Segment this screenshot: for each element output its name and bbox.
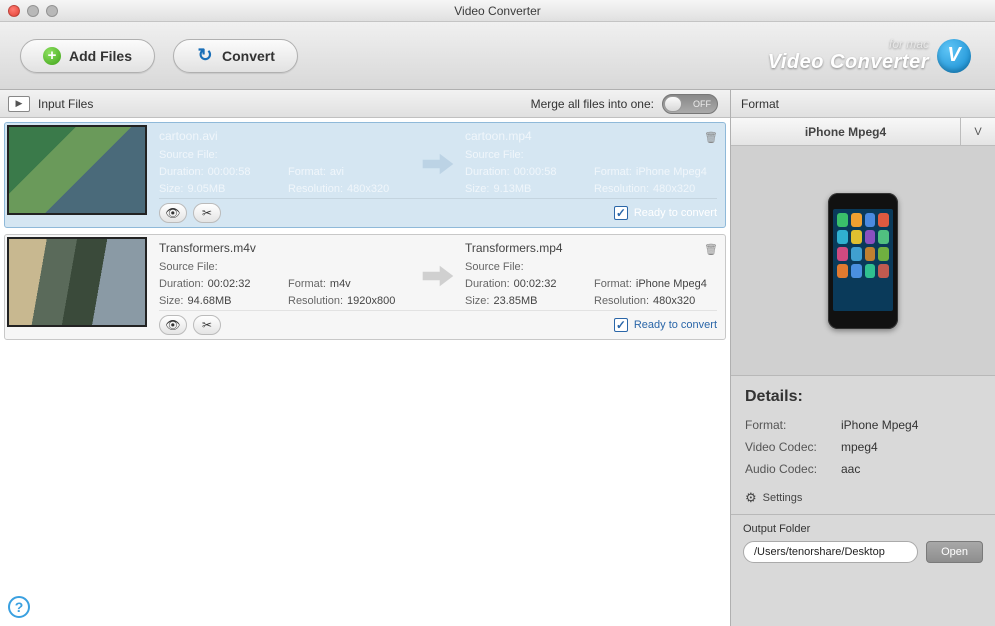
toolbar: + Add Files ↻ Convert for mac Video Conv… xyxy=(0,22,995,90)
delete-button[interactable]: 🗑 xyxy=(701,127,721,147)
format-header: Format xyxy=(731,90,995,118)
scissors-icon: ✂ xyxy=(202,206,212,220)
brand-area: for mac Video Converter V xyxy=(768,37,975,74)
file-item[interactable]: 🗑 cartoon.avi Source File: Duration:00:0… xyxy=(4,122,726,228)
detail-label: Audio Codec: xyxy=(745,462,833,476)
output-folder-label: Output Folder xyxy=(743,523,983,535)
window-controls xyxy=(8,5,58,17)
trash-icon: 🗑 xyxy=(704,131,718,144)
source-filename: Transformers.m4v xyxy=(159,241,411,255)
arrow-right-icon xyxy=(421,129,455,198)
brand-title: Video Converter xyxy=(768,51,929,74)
target-filename: Transformers.mp4 xyxy=(465,241,717,255)
gear-icon: ⚙ xyxy=(745,490,757,506)
brand-subtitle: for mac xyxy=(768,37,929,51)
settings-button[interactable]: ⚙ Settings xyxy=(745,484,981,506)
scissors-icon: ✂ xyxy=(202,318,212,332)
trash-icon: 🗑 xyxy=(704,243,718,256)
refresh-icon: ↻ xyxy=(196,47,214,65)
help-icon: ? xyxy=(15,599,24,615)
source-filename: cartoon.avi xyxy=(159,129,411,143)
settings-label: Settings xyxy=(763,492,803,504)
convert-button[interactable]: ↻ Convert xyxy=(173,39,298,73)
file-item[interactable]: 🗑 Transformers.m4v Source File: Duration… xyxy=(4,234,726,340)
plus-icon: + xyxy=(43,47,61,65)
close-window-button[interactable] xyxy=(8,5,20,17)
merge-toggle-state: OFF xyxy=(693,99,711,109)
minimize-window-button[interactable] xyxy=(27,5,39,17)
details-heading: Details: xyxy=(745,388,981,406)
detail-label: Video Codec: xyxy=(745,440,833,454)
source-info: Transformers.m4v Source File: Duration:0… xyxy=(159,241,411,310)
eye-icon: 👁 xyxy=(165,206,180,220)
trim-button[interactable]: ✂ xyxy=(193,315,221,335)
detail-value: aac xyxy=(841,462,860,476)
delete-button[interactable]: 🗑 xyxy=(701,239,721,259)
trim-button[interactable]: ✂ xyxy=(193,203,221,223)
help-button[interactable]: ? xyxy=(8,596,30,618)
add-files-label: Add Files xyxy=(69,48,132,64)
ready-status: ✓ Ready to convert xyxy=(614,318,717,332)
window-title: Video Converter xyxy=(454,4,541,18)
details-section: Details: Format: iPhone Mpeg4 Video Code… xyxy=(731,376,995,514)
convert-label: Convert xyxy=(222,48,275,64)
current-format[interactable]: iPhone Mpeg4 xyxy=(731,118,961,145)
detail-label: Format: xyxy=(745,418,833,432)
ready-checkbox[interactable]: ✓ xyxy=(614,206,628,220)
chevron-down-icon: V xyxy=(974,126,981,138)
left-pane: ▶ Input Files Merge all files into one: … xyxy=(0,90,731,626)
output-path-input[interactable]: /Users/tenorshare/Desktop xyxy=(743,541,918,563)
ready-checkbox[interactable]: ✓ xyxy=(614,318,628,332)
arrow-right-icon xyxy=(421,241,455,310)
input-files-header: ▶ Input Files Merge all files into one: … xyxy=(0,90,730,118)
add-files-button[interactable]: + Add Files xyxy=(20,39,155,73)
format-preview xyxy=(731,146,995,376)
ready-status: ✓ Ready to convert xyxy=(614,206,717,220)
toggle-knob-icon xyxy=(664,96,682,112)
target-filename: cartoon.mp4 xyxy=(465,129,717,143)
eye-icon: 👁 xyxy=(165,318,180,332)
video-thumbnail xyxy=(7,125,147,215)
input-files-label: Input Files xyxy=(38,97,93,111)
format-dropdown-button[interactable]: V xyxy=(961,118,995,145)
target-info: Transformers.mp4 Source File: Duration:0… xyxy=(465,241,717,310)
file-list: 🗑 cartoon.avi Source File: Duration:00:0… xyxy=(0,118,730,626)
iphone-icon xyxy=(828,193,898,329)
merge-toggle[interactable]: OFF xyxy=(662,94,718,114)
right-pane: Format iPhone Mpeg4 V Details: Format: i… xyxy=(731,90,995,626)
detail-value: iPhone Mpeg4 xyxy=(841,418,918,432)
brand-badge-icon: V xyxy=(937,39,971,73)
source-info: cartoon.avi Source File: Duration:00:00:… xyxy=(159,129,411,198)
preview-button[interactable]: 👁 xyxy=(159,203,187,223)
detail-value: mpeg4 xyxy=(841,440,878,454)
output-folder-section: Output Folder /Users/tenorshare/Desktop … xyxy=(731,514,995,573)
thumbnail-view-icon[interactable]: ▶ xyxy=(8,96,30,112)
merge-label: Merge all files into one: xyxy=(531,97,654,111)
format-selector: iPhone Mpeg4 V xyxy=(731,118,995,146)
zoom-window-button[interactable] xyxy=(46,5,58,17)
video-thumbnail xyxy=(7,237,147,327)
target-info: cartoon.mp4 Source File: Duration:00:00:… xyxy=(465,129,717,198)
preview-button[interactable]: 👁 xyxy=(159,315,187,335)
titlebar: Video Converter xyxy=(0,0,995,22)
open-folder-button[interactable]: Open xyxy=(926,541,983,563)
